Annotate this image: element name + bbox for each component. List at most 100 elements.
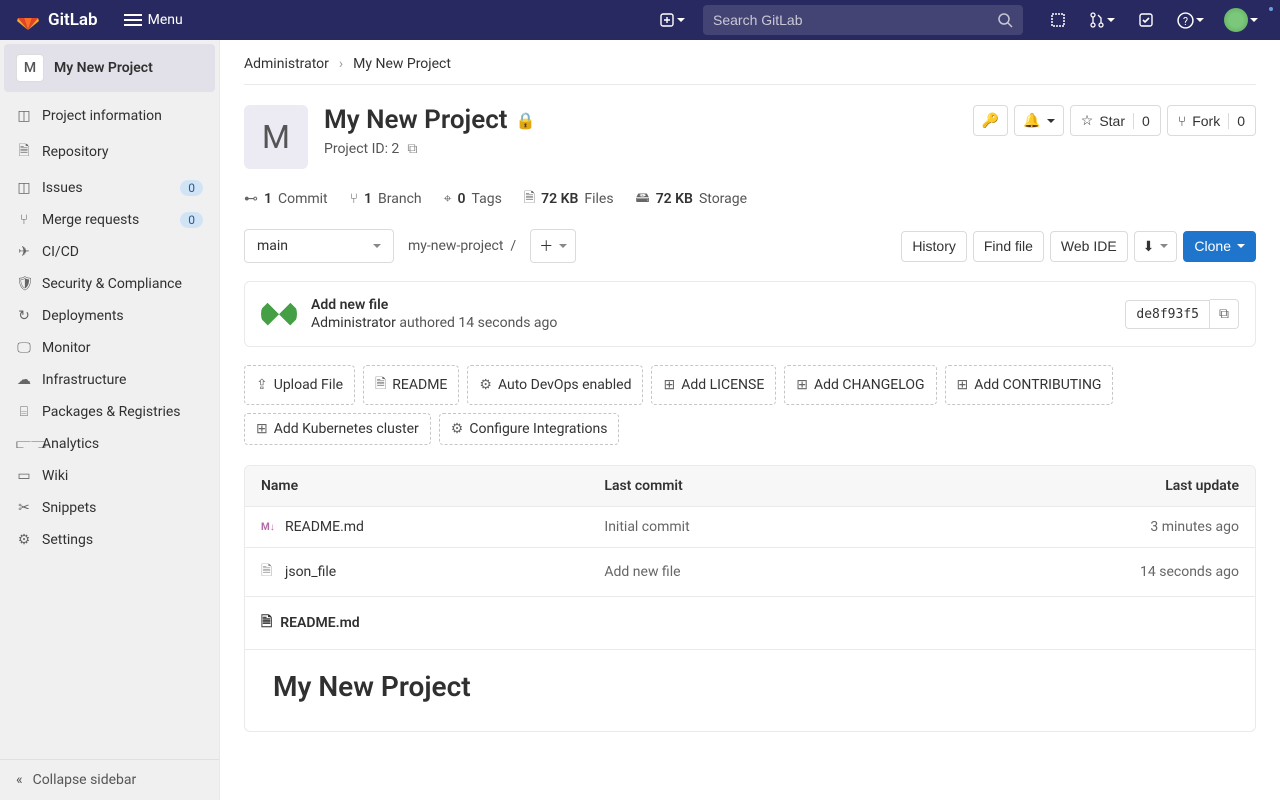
- file-table: Name Last commit Last update M↓README.md…: [244, 465, 1256, 597]
- chevron-down-icon: [1107, 18, 1115, 22]
- sidebar-item-project-information[interactable]: ◫Project information: [0, 100, 219, 132]
- file-link[interactable]: 🗎json_file: [261, 560, 572, 584]
- web-ide-button[interactable]: Web IDE: [1050, 231, 1128, 262]
- sidebar-project-header[interactable]: M My New Project: [4, 44, 215, 92]
- sugg-add-changelog[interactable]: ⊞Add CHANGELOG: [784, 365, 936, 405]
- user-menu[interactable]: [1218, 4, 1264, 36]
- search-input[interactable]: [713, 12, 997, 28]
- stat-files[interactable]: 🗎72 KBFiles: [524, 187, 614, 211]
- search-box[interactable]: [703, 5, 1023, 35]
- badge: 0: [180, 212, 203, 228]
- add-to-tree-button[interactable]: ＋: [530, 229, 576, 263]
- copy-id-icon[interactable]: ⧉: [407, 141, 417, 157]
- collapse-sidebar[interactable]: « Collapse sidebar: [0, 759, 219, 800]
- chevron-right-icon: ›: [339, 56, 343, 72]
- menu-button[interactable]: Menu: [114, 6, 193, 34]
- chevron-down-icon: [1250, 18, 1258, 22]
- sidebar-nav: ◫Project information 🗎Repository ◫Issues…: [0, 92, 219, 759]
- stat-branches[interactable]: ⑂1Branch: [350, 187, 422, 211]
- sugg-auto-devops[interactable]: ⚙Auto DevOps enabled: [467, 365, 643, 405]
- sidebar-item-deployments[interactable]: ↻Deployments: [0, 300, 219, 332]
- fork-button[interactable]: ⑂Fork0: [1167, 105, 1256, 136]
- file-icon: 🗎: [524, 187, 535, 211]
- merge-requests-dropdown[interactable]: [1083, 8, 1121, 32]
- stat-storage[interactable]: 🖴72 KBStorage: [636, 187, 748, 211]
- file-link[interactable]: M↓README.md: [261, 519, 572, 535]
- sugg-configure-integrations[interactable]: ⚙Configure Integrations: [439, 413, 620, 445]
- project-id: Project ID: 2 ⧉: [324, 141, 535, 157]
- ssh-key-button[interactable]: 🔑: [973, 105, 1008, 136]
- gear-icon: ⚙: [16, 532, 32, 548]
- commit-sha[interactable]: de8f93f5: [1125, 300, 1210, 329]
- sidebar-item-repository[interactable]: 🗎Repository: [0, 132, 219, 172]
- key-icon: 🔑: [982, 112, 999, 129]
- gear-icon: ⚙: [451, 421, 464, 437]
- chevron-down-icon: [1237, 244, 1245, 248]
- branch-selector[interactable]: main: [244, 229, 394, 263]
- history-button[interactable]: History: [901, 231, 967, 262]
- download-icon: ⬇: [1143, 238, 1155, 255]
- file-date: 14 seconds ago: [1053, 552, 1255, 592]
- gear-icon: ⚙: [479, 377, 492, 393]
- storage-icon: 🖴: [636, 187, 650, 211]
- plus-box-icon: ⊞: [663, 377, 675, 393]
- sidebar-item-monitor[interactable]: 🖵Monitor: [0, 332, 219, 364]
- badge: 0: [180, 180, 203, 196]
- deploy-icon: ↻: [16, 308, 32, 324]
- commit-subtitle: Administrator authored 14 seconds ago: [311, 315, 557, 331]
- package-icon: ⌸: [16, 404, 32, 420]
- stat-commits[interactable]: ⊷1Commit: [244, 187, 328, 211]
- plus-box-icon: ⊞: [957, 377, 969, 393]
- hamburger-icon: [124, 14, 142, 26]
- monitor-icon: 🖵: [16, 340, 32, 356]
- sidebar-item-issues[interactable]: ◫Issues0: [0, 172, 219, 204]
- sidebar-item-infrastructure[interactable]: ☁Infrastructure: [0, 364, 219, 396]
- sugg-add-contributing[interactable]: ⊞Add CONTRIBUTING: [945, 365, 1114, 405]
- commit-title[interactable]: Add new file: [311, 297, 557, 313]
- sugg-add-kubernetes[interactable]: ⊞Add Kubernetes cluster: [244, 413, 431, 445]
- sidebar-item-wiki[interactable]: ▭Wiki: [0, 460, 219, 492]
- sugg-upload-file[interactable]: ⇪Upload File: [244, 365, 355, 405]
- sidebar-item-cicd[interactable]: ✈CI/CD: [0, 236, 219, 268]
- chevron-down-icon: [559, 244, 567, 248]
- menu-label: Menu: [148, 12, 183, 28]
- plus-box-icon: [659, 12, 675, 28]
- brand[interactable]: GitLab: [48, 10, 98, 30]
- sidebar-item-security[interactable]: 🛡Security & Compliance: [0, 268, 219, 300]
- copy-sha-button[interactable]: ⧉: [1210, 299, 1239, 329]
- readme-heading: My New Project: [273, 670, 1227, 703]
- sugg-readme[interactable]: 🗎README: [363, 365, 459, 405]
- sidebar-item-snippets[interactable]: ✂Snippets: [0, 492, 219, 524]
- chevron-down-icon: [1160, 244, 1168, 248]
- gitlab-logo-icon[interactable]: [16, 8, 40, 32]
- file-commit-msg[interactable]: Add new file: [588, 552, 1053, 592]
- path-crumb[interactable]: my-new-project /: [402, 238, 522, 254]
- file-commit-msg[interactable]: Initial commit: [588, 507, 1053, 547]
- doc-icon: 🗎: [261, 611, 272, 635]
- sidebar-item-packages[interactable]: ⌸Packages & Registries: [0, 396, 219, 428]
- star-button[interactable]: ☆Star0: [1070, 105, 1161, 136]
- notification-button[interactable]: 🔔: [1014, 105, 1063, 136]
- sidebar-item-analytics[interactable]: ⫍⫎Analytics: [0, 428, 219, 460]
- file-icon: 🗎: [261, 560, 277, 584]
- create-new-dropdown[interactable]: [653, 8, 691, 32]
- sugg-add-license[interactable]: ⊞Add LICENSE: [651, 365, 776, 405]
- stat-tags[interactable]: ⌖0Tags: [444, 187, 502, 211]
- help-dropdown[interactable]: ?: [1171, 8, 1210, 33]
- last-commit: Add new file Administrator authored 14 s…: [244, 281, 1256, 347]
- breadcrumb-admin[interactable]: Administrator: [244, 56, 329, 72]
- question-icon: ?: [1177, 12, 1194, 29]
- find-file-button[interactable]: Find file: [973, 231, 1044, 262]
- scissors-icon: ✂: [16, 500, 32, 516]
- clone-button[interactable]: Clone: [1183, 231, 1256, 262]
- sidebar-item-settings[interactable]: ⚙Settings: [0, 524, 219, 556]
- issues-icon[interactable]: [1041, 3, 1075, 37]
- todos-icon[interactable]: [1129, 3, 1163, 37]
- star-icon: ☆: [1081, 112, 1094, 129]
- download-button[interactable]: ⬇: [1134, 231, 1178, 262]
- breadcrumb-project[interactable]: My New Project: [353, 56, 451, 72]
- fork-icon: ⑂: [1178, 113, 1186, 129]
- sidebar: M My New Project ◫Project information 🗎R…: [0, 40, 220, 800]
- topbar: GitLab Menu ?: [0, 0, 1280, 40]
- sidebar-item-merge-requests[interactable]: ⑂Merge requests0: [0, 204, 219, 236]
